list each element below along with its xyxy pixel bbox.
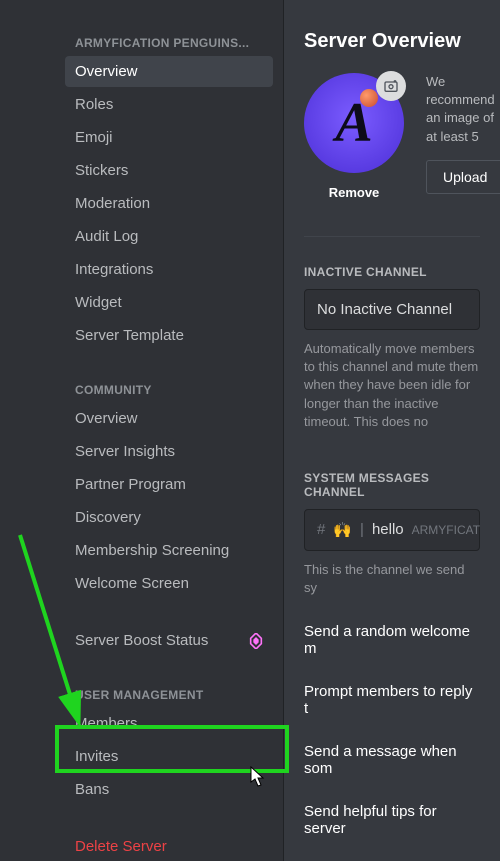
settings-content: Server Overview A Remove We recommend an… <box>283 0 500 861</box>
system-channel-desc: This is the channel we send sy <box>304 561 480 597</box>
sidebar-item-membership-screening[interactable]: Membership Screening <box>65 535 273 566</box>
server-avatar[interactable]: A <box>304 73 404 173</box>
server-list-gutter <box>0 0 55 861</box>
sidebar-item-invites[interactable]: Invites <box>65 741 273 772</box>
sidebar-item-label: Membership Screening <box>75 542 229 559</box>
sidebar-item-label: Emoji <box>75 129 113 146</box>
sidebar-item-label: Audit Log <box>75 228 138 245</box>
sidebar-item-label: Partner Program <box>75 476 186 493</box>
sidebar-item-label: Roles <box>75 96 113 113</box>
sidebar-item-emoji[interactable]: Emoji <box>65 122 273 153</box>
channel-name: hello <box>372 521 404 538</box>
sidebar-item-label: Server Boost Status <box>75 632 208 649</box>
community-header: COMMUNITY <box>65 377 273 403</box>
sidebar-item-label: Moderation <box>75 195 150 212</box>
sidebar-item-stickers[interactable]: Stickers <box>65 155 273 186</box>
sidebar-item-label: Server Template <box>75 327 184 344</box>
upload-image-icon[interactable] <box>376 71 406 101</box>
remove-avatar-link[interactable]: Remove <box>329 185 380 200</box>
settings-sidebar: ARMYFICATION PENGUINS... Overview Roles … <box>55 0 283 861</box>
sidebar-item-widget[interactable]: Widget <box>65 287 273 318</box>
sidebar-item-label: Widget <box>75 294 122 311</box>
boost-gem-icon <box>249 633 263 649</box>
sidebar-item-label: Discovery <box>75 509 141 526</box>
sidebar-item-label: Invites <box>75 748 118 765</box>
toggle-server-tips[interactable]: Send helpful tips for server <box>304 797 480 857</box>
sidebar-item-moderation[interactable]: Moderation <box>65 188 273 219</box>
sidebar-item-welcome-screen[interactable]: Welcome Screen <box>65 568 273 599</box>
inactive-channel-label: INACTIVE CHANNEL <box>304 265 480 279</box>
sidebar-item-bans[interactable]: Bans <box>65 774 273 805</box>
pipe-sep: | <box>360 521 364 538</box>
sidebar-item-partner-program[interactable]: Partner Program <box>65 469 273 500</box>
sidebar-item-label: Overview <box>75 410 138 427</box>
sidebar-item-label: Integrations <box>75 261 153 278</box>
toggle-reply-prompt[interactable]: Prompt members to reply t <box>304 677 480 737</box>
upload-image-button[interactable]: Upload <box>426 160 500 194</box>
sidebar-item-discovery[interactable]: Discovery <box>65 502 273 533</box>
server-name-header: ARMYFICATION PENGUINS... <box>65 30 273 56</box>
page-title: Server Overview <box>304 30 480 53</box>
sidebar-item-label: Overview <box>75 63 138 80</box>
sidebar-item-delete-server[interactable]: Delete Server <box>65 831 273 861</box>
section-divider <box>304 236 480 237</box>
channel-category: ARMYFICAT <box>412 523 480 537</box>
user-mgmt-header: USER MANAGEMENT <box>65 682 273 708</box>
system-channel-label: SYSTEM MESSAGES CHANNEL <box>304 471 480 499</box>
channel-emoji: 🙌 <box>333 521 352 539</box>
sidebar-item-boost-status[interactable]: Server Boost Status <box>65 625 273 656</box>
sidebar-item-label: Bans <box>75 781 109 798</box>
sidebar-item-label: Server Insights <box>75 443 175 460</box>
sidebar-item-label: Delete Server <box>75 838 167 855</box>
sidebar-item-label: Stickers <box>75 162 128 179</box>
hash-icon: # <box>317 521 325 538</box>
avatar-helper-text: We recommend an image of at least 5 <box>426 73 500 146</box>
toggle-welcome-message[interactable]: Send a random welcome m <box>304 617 480 677</box>
sidebar-item-label: Members <box>75 715 138 732</box>
avatar-letter: A <box>335 91 372 155</box>
sidebar-item-members[interactable]: Members <box>65 708 273 739</box>
sidebar-item-label: Welcome Screen <box>75 575 189 592</box>
inactive-channel-select[interactable]: No Inactive Channel <box>304 289 480 330</box>
toggle-boost-message[interactable]: Send a message when som <box>304 737 480 797</box>
sidebar-item-roles[interactable]: Roles <box>65 89 273 120</box>
inactive-channel-desc: Automatically move members to this chann… <box>304 340 480 431</box>
select-value: No Inactive Channel <box>317 301 452 318</box>
sidebar-item-server-insights[interactable]: Server Insights <box>65 436 273 467</box>
sidebar-item-overview[interactable]: Overview <box>65 56 273 87</box>
sidebar-item-community-overview[interactable]: Overview <box>65 403 273 434</box>
sidebar-item-server-template[interactable]: Server Template <box>65 320 273 351</box>
sidebar-item-audit-log[interactable]: Audit Log <box>65 221 273 252</box>
system-channel-select[interactable]: # 🙌 | hello ARMYFICAT <box>304 509 480 551</box>
sidebar-item-integrations[interactable]: Integrations <box>65 254 273 285</box>
